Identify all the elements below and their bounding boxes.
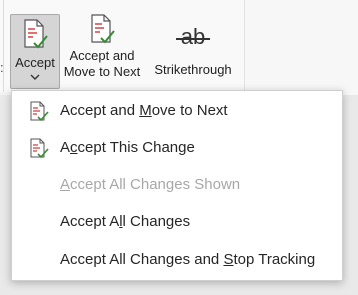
- accept-move-label-line1: Accept and: [69, 48, 135, 63]
- menu-item-accept-all-changes-shown: Accept All Changes Shown: [12, 167, 342, 203]
- menu-item-label: Accept All Changes and Stop Tracking: [60, 251, 316, 268]
- group-separator: [0, 0, 4, 92]
- menu-item-label: Accept and Move to Next: [60, 102, 228, 119]
- accept-doc-icon: [30, 101, 49, 122]
- menu-item-accept-this-change[interactable]: Accept This Change: [12, 130, 342, 166]
- accept-doc-icon: [91, 14, 115, 44]
- ribbon-empty-area: [244, 0, 358, 95]
- accept-doc-icon: [24, 19, 48, 49]
- accept-label: Accept: [15, 55, 55, 70]
- previous-group-label-stub: :: [0, 60, 4, 75]
- chevron-down-icon[interactable]: [30, 73, 40, 81]
- menu-item-accept-all-and-stop-tracking[interactable]: Accept All Changes and Stop Tracking: [12, 242, 342, 278]
- strikethrough-button[interactable]: ab Strikethrough: [148, 14, 238, 78]
- accept-move-label-line2: Move to Next: [63, 64, 141, 79]
- changes-group: : Accept Accept and Move to Next ab Stri…: [0, 0, 244, 92]
- menu-item-label: Accept All Changes: [60, 213, 191, 230]
- menu-item-label: Accept All Changes Shown: [60, 176, 241, 193]
- accept-button[interactable]: Accept: [10, 14, 60, 89]
- menu-item-label: Accept This Change: [60, 139, 195, 156]
- accept-dropdown-menu: Accept and Move to Next Accept This Chan…: [11, 90, 343, 281]
- menu-item-accept-and-move-next[interactable]: Accept and Move to Next: [12, 93, 342, 129]
- menu-item-accept-all-changes[interactable]: Accept All Changes: [12, 204, 342, 240]
- accept-doc-icon: [30, 138, 49, 159]
- strikethrough-icon: ab: [148, 20, 238, 54]
- strikethrough-label: Strikethrough: [154, 62, 232, 77]
- accept-and-move-next-button[interactable]: Accept and Move to Next: [62, 14, 142, 80]
